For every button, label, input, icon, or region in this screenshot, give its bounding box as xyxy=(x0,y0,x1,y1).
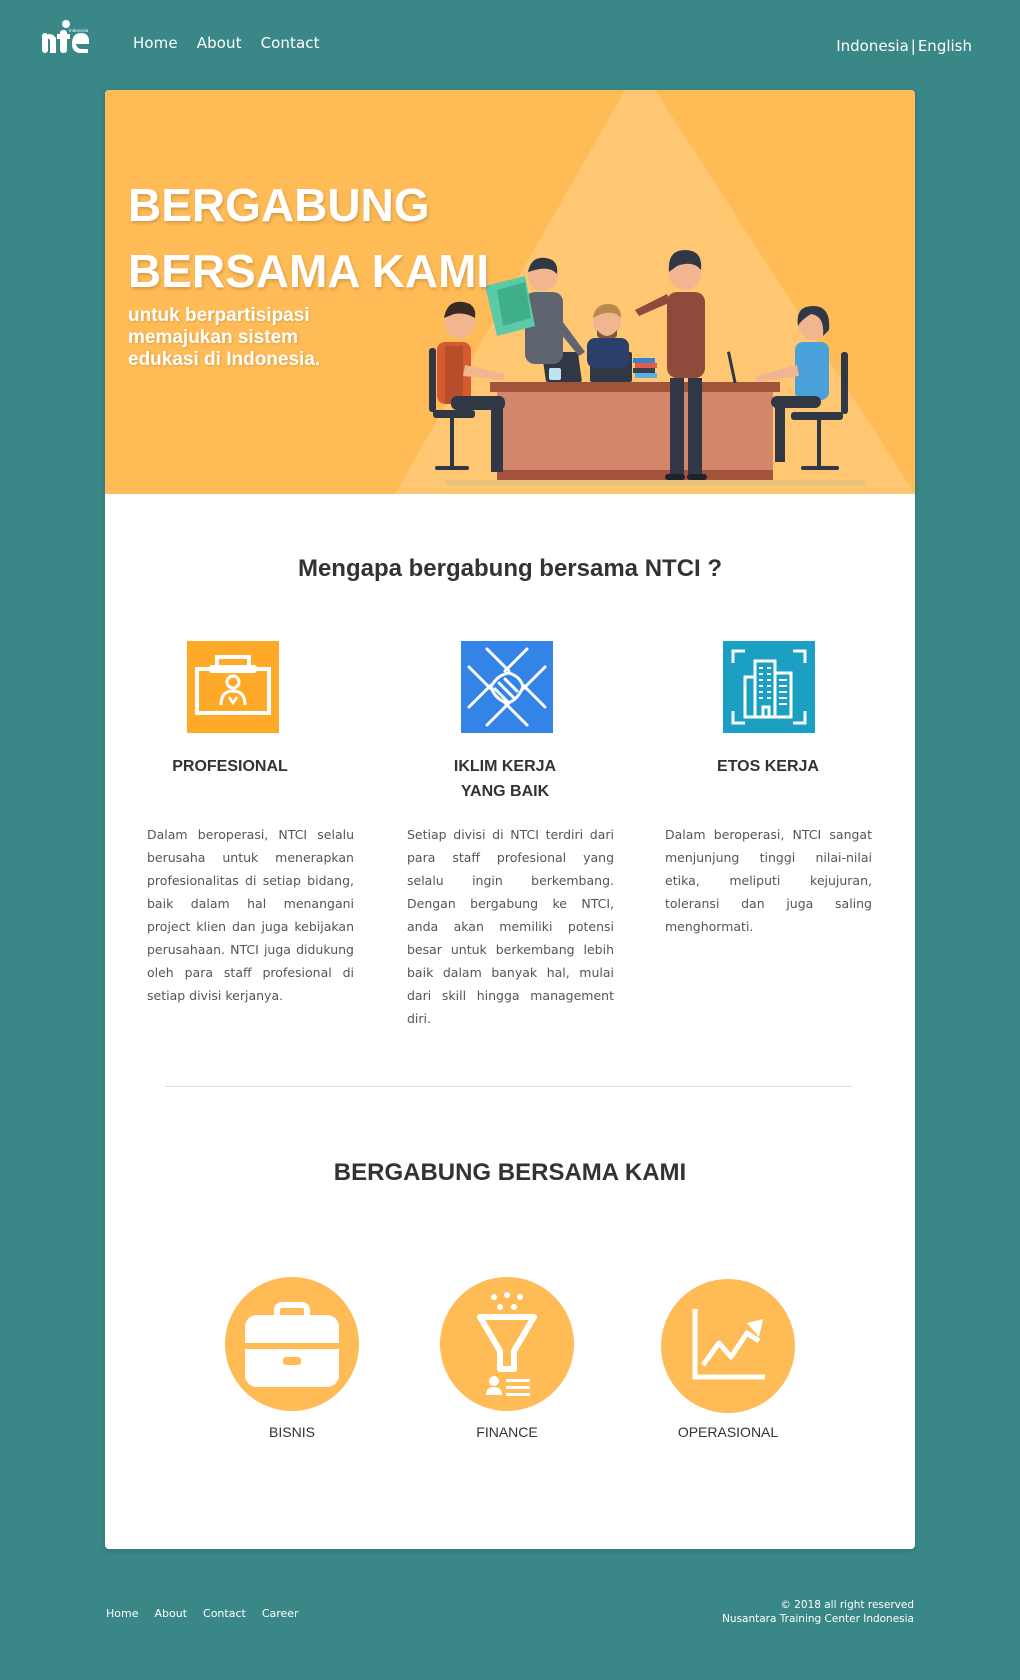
hero-title: BERGABUNG BERSAMA KAMI xyxy=(128,172,489,304)
nav-contact[interactable]: Contact xyxy=(261,34,320,52)
lang-english[interactable]: English xyxy=(918,37,972,55)
handshake-icon xyxy=(461,641,553,733)
footer-nav-about[interactable]: About xyxy=(154,1607,187,1620)
feature-title-profesional: PROFESIONAL xyxy=(172,758,288,775)
join-label-operasional[interactable]: OPERASIONAL xyxy=(648,1424,808,1440)
logo-icon: Indonesia xyxy=(42,20,90,53)
footer-nav-career[interactable]: Career xyxy=(262,1607,299,1620)
main-nav: Home About Contact xyxy=(133,34,339,52)
hero-banner: BERGABUNG BERSAMA KAMI untuk berpartisip… xyxy=(105,90,915,494)
join-label-finance[interactable]: FINANCE xyxy=(427,1424,587,1440)
svg-text:Indonesia: Indonesia xyxy=(69,28,89,33)
why-title: Mengapa bergabung bersama NTCI ? xyxy=(297,555,723,582)
copyright-text: © 2018 all right reserved xyxy=(780,1599,914,1611)
join-title: BERGABUNG BERSAMA KAMI xyxy=(333,1159,687,1186)
nav-about[interactable]: About xyxy=(197,34,242,52)
join-label-bisnis[interactable]: BISNIS xyxy=(212,1424,372,1440)
logo[interactable]: Indonesia xyxy=(42,20,90,56)
hero-title-line1: BERGABUNG xyxy=(128,179,430,231)
section-divider xyxy=(165,1086,852,1087)
briefcase-profile-icon xyxy=(187,641,279,733)
feature-title-etos-kerja: ETOS KERJA xyxy=(717,758,819,775)
footer-copyright: © 2018 all right reserved Nusantara Trai… xyxy=(722,1598,914,1626)
nav-home[interactable]: Home xyxy=(133,34,178,52)
funnel-icon[interactable] xyxy=(440,1277,574,1411)
hero-subtitle: untuk berpartisipasi memajukan sistem ed… xyxy=(128,305,321,370)
footer-nav-contact[interactable]: Contact xyxy=(203,1607,246,1620)
lang-indonesia[interactable]: Indonesia xyxy=(836,37,909,55)
hero-title-line2: BERSAMA KAMI xyxy=(128,245,490,297)
briefcase-icon[interactable] xyxy=(225,1277,359,1411)
main-card: BERGABUNG BERSAMA KAMI untuk berpartisip… xyxy=(105,90,915,1549)
footer-nav: Home About Contact Career xyxy=(106,1607,315,1620)
feature-text-etos-kerja: Dalam beroperasi, NTCI sangat menjunjung… xyxy=(665,827,872,934)
lang-separator: | xyxy=(910,37,916,55)
feature-text-profesional: Dalam beroperasi, NTCI selalu berusaha u… xyxy=(147,827,354,1003)
feature-title-iklim-line1: IKLIM KERJA xyxy=(453,758,557,775)
language-switcher: Indonesia | English xyxy=(836,37,972,55)
building-icon xyxy=(723,641,815,733)
feature-text-iklim-kerja: Setiap divisi di NTCI terdiri dari para … xyxy=(407,827,614,1026)
footer-nav-home[interactable]: Home xyxy=(106,1607,138,1620)
feature-title-iklim-line2: YANG BAIK xyxy=(460,783,550,800)
company-name: Nusantara Training Center Indonesia xyxy=(722,1613,914,1625)
growth-chart-icon[interactable] xyxy=(661,1279,795,1413)
feature-title-iklim-kerja: IKLIM KERJA YANG BAIK xyxy=(405,754,605,804)
